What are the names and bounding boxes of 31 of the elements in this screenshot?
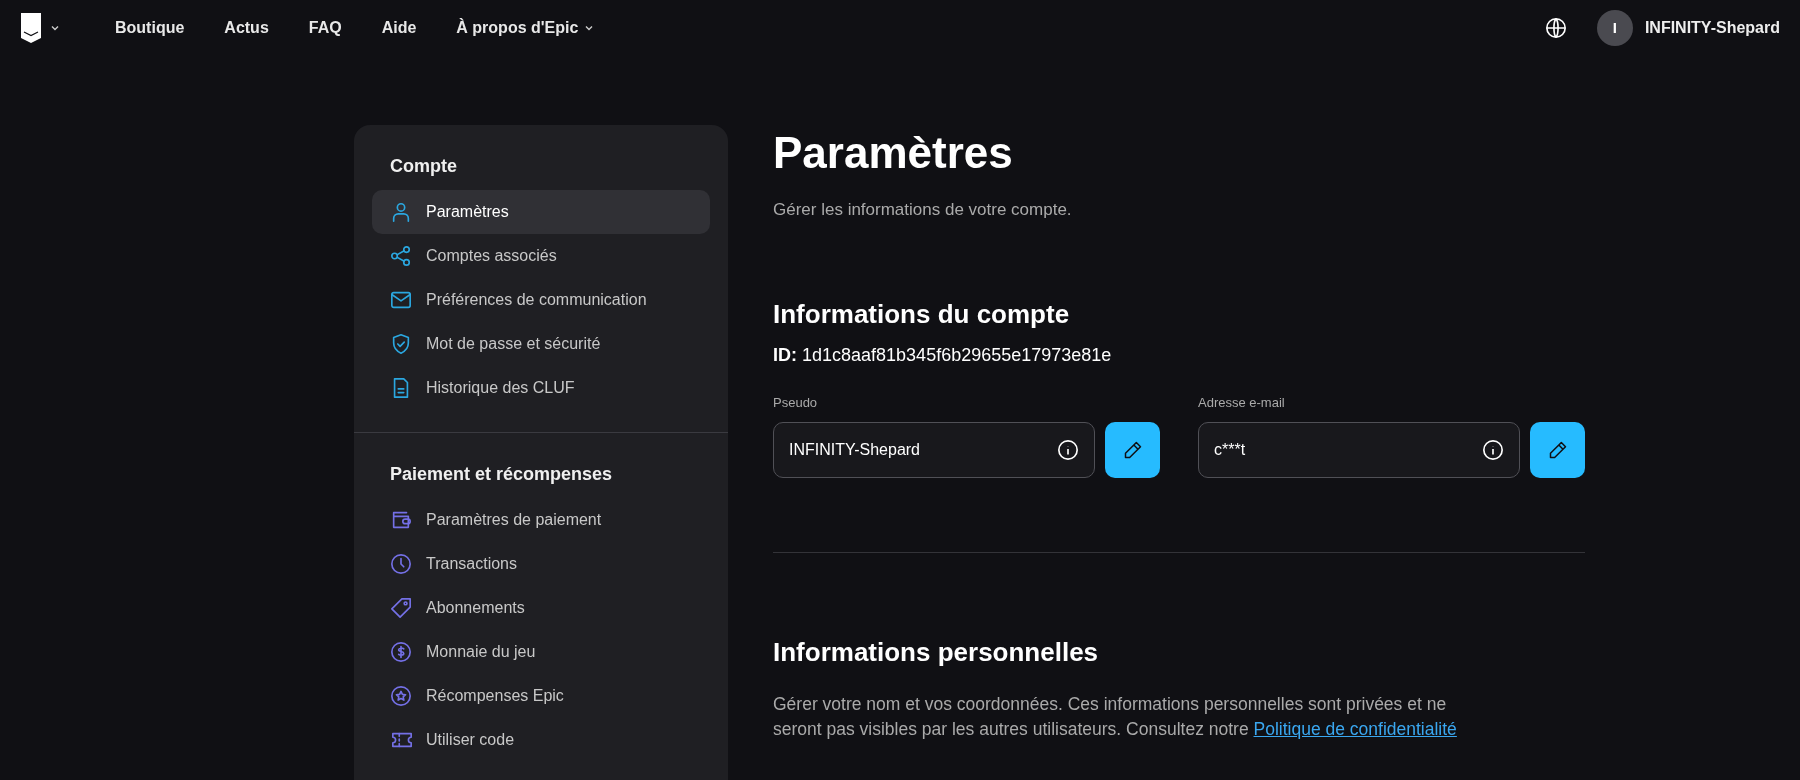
field-label: Pseudo xyxy=(773,393,819,412)
sidebar-item[interactable]: Mot de passe et sécurité xyxy=(372,322,710,366)
nav-link[interactable]: Boutique xyxy=(115,16,185,40)
sidebar-item[interactable]: Transactions xyxy=(372,542,710,586)
sidebar-item[interactable]: Historique des CLUF xyxy=(372,366,710,410)
sidebar-item[interactable]: Paramètres xyxy=(372,190,710,234)
privacy-link[interactable]: Politique de confidentialité xyxy=(1253,719,1457,739)
section-heading: Informations du compte xyxy=(773,297,1071,331)
account-id: ID: 1d1c8aaf81b345f6b29655e17973e81e xyxy=(773,343,1113,367)
sidebar-item[interactable]: Monnaie du jeu xyxy=(372,630,710,674)
section-description: Gérer votre nom et vos coordonnées. Ces informations personnelles sont privées et ne seront pas visibles par les autres utilisateurs. Consultez notre Politique de confidentialité xyxy=(773,693,1458,741)
sidebar-item[interactable]: Abonnements xyxy=(372,586,710,630)
user-name[interactable]: INFINITY-Shepard xyxy=(1644,16,1780,40)
sidebar-group-title: Compte xyxy=(389,155,458,178)
text-field[interactable]: c***t xyxy=(1198,422,1520,478)
nav-link[interactable]: Aide xyxy=(381,16,417,40)
sidebar-item[interactable]: Récompenses Epic xyxy=(372,674,710,718)
page-subtitle: Gérer les informations de votre compte. xyxy=(773,199,1073,221)
text-field[interactable]: INFINITY-Shepard xyxy=(773,422,1095,478)
section-heading: Informations personnelles xyxy=(773,636,1100,669)
page-title: Paramètres xyxy=(773,131,1014,175)
sidebar-group-title: Paiement et récompenses xyxy=(389,463,614,486)
sidebar-item[interactable]: Préférences de communication xyxy=(372,278,710,322)
field-label: Adresse e-mail xyxy=(1198,393,1286,412)
nav-link[interactable]: À propos d'Epic xyxy=(456,16,595,40)
avatar[interactable]: I xyxy=(1596,10,1633,46)
nav-link[interactable]: Actus xyxy=(224,16,269,40)
sidebar-item[interactable]: Paramètres de paiement xyxy=(372,498,710,542)
sidebar-item[interactable]: Comptes associés xyxy=(372,234,710,278)
sidebar-item[interactable]: Utiliser code xyxy=(372,718,710,762)
nav-link[interactable]: FAQ xyxy=(308,16,342,40)
